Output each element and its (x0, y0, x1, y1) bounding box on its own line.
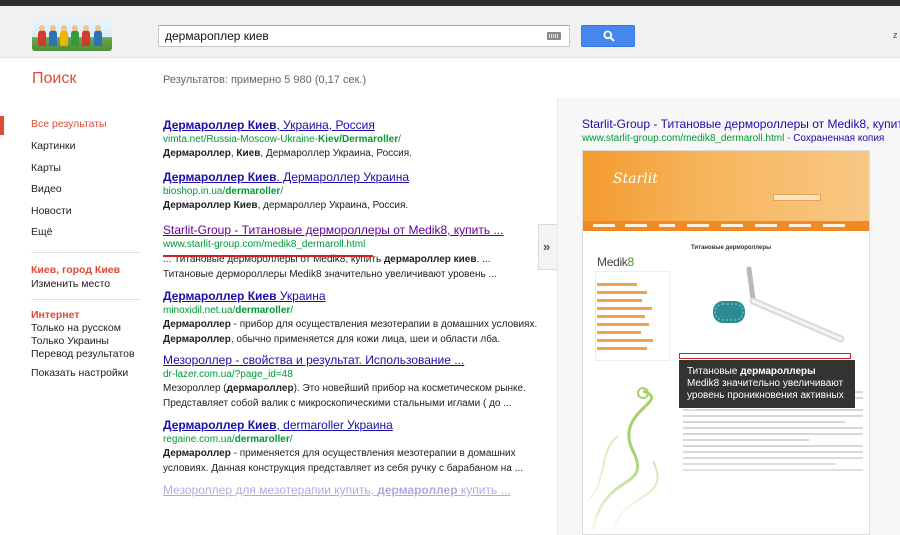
double-chevron-right-icon: » (543, 239, 551, 254)
keyboard-icon[interactable] (547, 32, 561, 40)
page-title: Поиск (32, 70, 77, 87)
dermaroller-image (713, 266, 845, 343)
instant-preview: Starlit-Group - Титановые дермороллеры о… (557, 98, 900, 535)
result-6: Дермароллер Киев, dermaroller Украина re… (163, 417, 533, 476)
sidebar-item-news[interactable]: Новости (31, 205, 72, 217)
fade-overlay (583, 451, 869, 534)
result-4: Дермароллер Киев Украина minoxidil.net.u… (163, 288, 538, 347)
result-3: Starlit-Group - Титановые дермороллеры о… (163, 222, 533, 282)
filter-ukraine[interactable]: Только Украины (31, 335, 109, 347)
sidebar-item-all[interactable]: Все результаты (31, 118, 107, 130)
internet-title: Интернет (31, 309, 80, 321)
sidebar-item-maps[interactable]: Карты (31, 162, 61, 174)
result-snippet-line: Представляет собой валик с микроскопичес… (163, 398, 512, 409)
result-url: dr-lazer.com.ua/?page_id=48 (163, 369, 293, 380)
show-settings-link[interactable]: Показать настройки (31, 367, 128, 379)
result-url: minoxidil.net.ua/dermaroller/ (163, 305, 294, 316)
result-snippet: Дермароллер - применяется для осуществле… (163, 448, 516, 459)
preview-title[interactable]: Starlit-Group - Титановые дермороллеры о… (582, 117, 900, 131)
search-input[interactable]: дермароплер киев (158, 25, 570, 47)
result-2: Дермароллер Киев. Дермароллер Украина bi… (163, 169, 533, 213)
result-snippet: Дермароллер - прибор для осуществления м… (163, 319, 538, 330)
preview-screenshot[interactable]: Starlit Medik8 Титановые дермороллеры Ти… (582, 150, 870, 535)
site-logo: Starlit (613, 171, 658, 187)
result-url: regaine.com.ua/dermaroller/ (163, 434, 293, 445)
banner-button (773, 194, 821, 201)
result-url: vimta.net/Russia-Moscow-Ukraine-Kiev/Der… (163, 134, 401, 145)
search-button[interactable] (581, 25, 635, 47)
red-underline (163, 255, 373, 257)
result-url: bioshop.in.ua/dermaroller/ (163, 186, 284, 197)
result-snippet: Дермароллер, Киев, Дермароллер Украина, … (163, 148, 412, 159)
search-icon (603, 30, 615, 42)
sidebar-item-video[interactable]: Видео (31, 183, 62, 195)
doodle-logo[interactable] (32, 20, 112, 51)
result-url: www.starlit-group.com/medik8_dermaroll.h… (163, 239, 366, 250)
product-title: Титановые дермороллеры (691, 245, 772, 251)
account-link[interactable]: z (893, 30, 898, 40)
active-marker (0, 116, 4, 135)
brand-logo: Medik8 (597, 255, 634, 269)
site-banner: Starlit (583, 151, 869, 221)
result-snippet-line: Титановые дермороллеры Medik8 значительн… (163, 269, 497, 280)
result-snippet-line: Дермароллер, обычно применяется для кожи… (163, 334, 501, 345)
result-5: Мезороллер - свойства и результат. Испол… (163, 352, 533, 411)
filter-translate[interactable]: Перевод результатов (31, 348, 135, 360)
site-nav (583, 221, 869, 231)
result-title[interactable]: Мезороллер для мезотерапии купить, дерма… (163, 482, 533, 498)
change-location-link[interactable]: Изменить место (31, 278, 110, 290)
result-title[interactable]: Мезороллер - свойства и результат. Испол… (163, 352, 533, 368)
filter-russian[interactable]: Только на русском (31, 322, 121, 334)
header: дермароплер киев z (0, 6, 900, 58)
result-snippet-line: условиях. Данная конструкция представляе… (163, 463, 523, 474)
divider (31, 299, 141, 300)
preview-url: www.starlit-group.com/medik8_dermaroll.h… (582, 133, 885, 144)
search-query: дермароплер киев (165, 29, 269, 43)
cached-link[interactable]: Сохраненная копия (793, 133, 884, 144)
result-snippet: Мезороллер (дермароллер). Это новейший п… (163, 383, 526, 394)
location-title: Киев, город Киев (31, 264, 121, 276)
sidebar-item-more[interactable]: Ещё (31, 226, 52, 238)
result-1: Дермароллер Киев, Украина, Россия vimta.… (163, 117, 533, 161)
preview-highlight (679, 353, 851, 359)
result-title[interactable]: Дермароллер Киев Украина (163, 288, 533, 304)
result-7: Мезороллер для мезотерапии купить, дерма… (163, 482, 533, 498)
sidebar-item-images[interactable]: Картинки (31, 140, 76, 152)
preview-toggle-button[interactable]: » (538, 224, 557, 270)
result-title[interactable]: Starlit-Group - Титановые дермороллеры о… (163, 222, 533, 238)
result-title[interactable]: Дермароллер Киев, dermaroller Украина (163, 417, 533, 433)
result-snippet: Дермароллер Киев, дермароллер Украина, Р… (163, 200, 409, 211)
preview-tooltip: Титановые дермароллеры Medik8 значительн… (679, 360, 855, 413)
divider (31, 252, 141, 253)
result-title[interactable]: Дермароллер Киев. Дермароллер Украина (163, 169, 533, 185)
result-title[interactable]: Дермароллер Киев, Украина, Россия (163, 117, 533, 133)
result-stats: Результатов: примерно 5 980 (0,17 сек.) (163, 74, 367, 86)
